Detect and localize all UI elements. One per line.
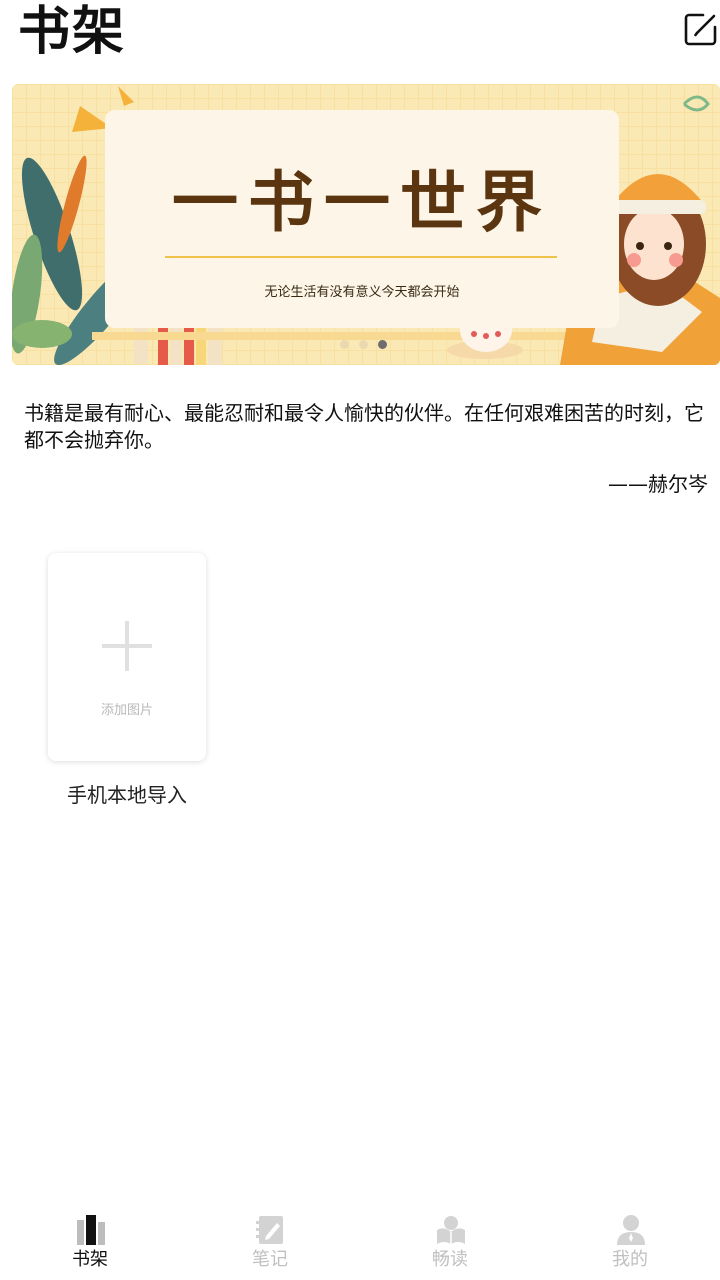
banner-title: 一书一世界	[172, 163, 552, 241]
tab-profile[interactable]: 我的	[540, 1200, 720, 1280]
add-book-card[interactable]: 添加图片	[48, 553, 206, 761]
quote-text: 书籍是最有耐心、最能忍耐和最令人愉快的伙伴。在任何艰难困苦的时刻，它都不会抛弃你…	[24, 401, 704, 452]
tab-label: 书架	[72, 1249, 108, 1270]
tab-notes[interactable]: 笔记	[180, 1200, 360, 1280]
carousel-dots	[340, 340, 387, 349]
bottom-tab-bar: 书架 笔记 畅读 我的	[0, 1200, 720, 1280]
carousel-dot-active[interactable]	[378, 340, 387, 349]
banner-carousel[interactable]: 一书一世界 无论生活有没有意义今天都会开始	[12, 84, 720, 365]
local-import-label[interactable]: 手机本地导入	[48, 781, 206, 809]
banner-divider	[165, 256, 557, 258]
tab-label: 笔记	[252, 1249, 288, 1270]
carousel-dot[interactable]	[340, 340, 349, 349]
reading-icon	[437, 1216, 465, 1244]
header: 书架	[0, 0, 720, 80]
tab-reading[interactable]: 畅读	[360, 1200, 540, 1280]
tab-label: 畅读	[432, 1249, 468, 1270]
add-card-label: 添加图片	[100, 703, 153, 718]
note-icon	[256, 1216, 283, 1244]
edit-icon	[684, 13, 717, 46]
tab-bookshelf[interactable]: 书架	[0, 1200, 180, 1280]
user-icon	[617, 1215, 645, 1245]
quote-author: ——赫尔岑	[608, 472, 708, 496]
tab-label: 我的	[612, 1249, 648, 1270]
plus-icon	[102, 621, 152, 671]
banner-card: 一书一世界 无论生活有没有意义今天都会开始	[105, 110, 619, 328]
bookshelf-icon	[77, 1215, 105, 1245]
banner-subtitle: 无论生活有没有意义今天都会开始	[264, 285, 460, 300]
carousel-dot[interactable]	[359, 340, 368, 349]
edit-button[interactable]	[680, 8, 720, 50]
page-title: 书架	[18, 2, 127, 62]
